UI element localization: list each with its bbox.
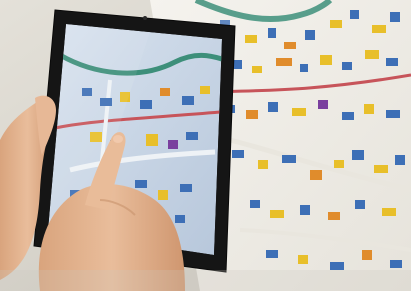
- fingertip-highlight: [113, 135, 123, 143]
- photo-scene: [0, 0, 411, 291]
- floor-shadow: [0, 270, 411, 291]
- camera-dot-icon: [143, 16, 147, 20]
